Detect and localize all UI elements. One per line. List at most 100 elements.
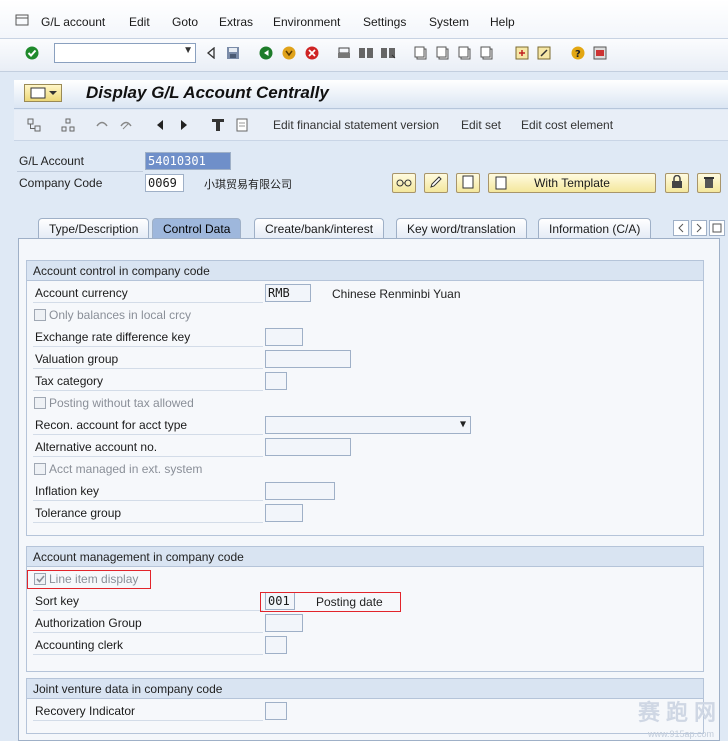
layout-menu-icon[interactable] xyxy=(592,45,608,61)
only-balances-checkbox[interactable] xyxy=(34,309,46,321)
menu-edit[interactable]: Edit xyxy=(129,15,150,29)
label-underline xyxy=(17,171,143,172)
authorization-group-field[interactable] xyxy=(265,614,303,632)
cancel-icon[interactable] xyxy=(304,45,320,61)
menu-bar: G/L account Edit Goto Extras Environment… xyxy=(0,0,728,39)
command-field[interactable]: ▼ xyxy=(54,43,196,63)
with-template-button[interactable]: With Template xyxy=(488,173,656,193)
link-icon[interactable] xyxy=(94,117,110,133)
accounting-clerk-field[interactable] xyxy=(265,636,287,654)
back-icon[interactable] xyxy=(258,45,274,61)
recovery-indicator-field[interactable] xyxy=(265,702,287,720)
with-template-label: With Template xyxy=(534,176,610,190)
tab-scroll-left-icon[interactable] xyxy=(673,220,689,236)
exchange-rate-key-field[interactable] xyxy=(265,328,303,346)
pencil-icon xyxy=(429,175,443,192)
tab-control-data[interactable]: Control Data xyxy=(152,218,242,238)
company-code-field[interactable]: 0069 xyxy=(145,174,184,192)
shortcut-icon[interactable] xyxy=(536,45,552,61)
tab-type-description[interactable]: Type/Description xyxy=(38,218,150,238)
lock-button[interactable] xyxy=(665,173,689,193)
valuation-group-label: Valuation group xyxy=(33,351,263,369)
menu-gl-account[interactable]: G/L account xyxy=(41,15,105,29)
previous-page-icon[interactable] xyxy=(436,45,452,61)
gl-account-label: G/L Account xyxy=(19,154,84,168)
tax-category-label: Tax category xyxy=(33,373,263,391)
authorization-group-label: Authorization Group xyxy=(33,615,263,633)
posting-without-tax-label: Posting without tax allowed xyxy=(49,396,194,410)
tab-create-bank-interest[interactable]: Create/bank/interest xyxy=(254,218,385,238)
posting-without-tax-checkbox[interactable] xyxy=(34,397,46,409)
group-title: Account control in company code xyxy=(27,261,703,281)
alternative-account-field[interactable] xyxy=(265,438,351,456)
exit-icon[interactable] xyxy=(281,45,297,61)
tab-key-word-translation[interactable]: Key word/translation xyxy=(396,218,527,238)
account-currency-field[interactable]: RMB xyxy=(265,284,311,302)
menu-help[interactable]: Help xyxy=(490,15,515,29)
display-glasses-button[interactable] xyxy=(392,173,416,193)
valuation-group-field[interactable] xyxy=(265,350,351,368)
acct-managed-ext-checkbox[interactable] xyxy=(34,463,46,475)
first-page-icon[interactable] xyxy=(414,45,430,61)
tab-list-icon[interactable] xyxy=(709,220,725,236)
hierarchy-icon[interactable] xyxy=(26,117,42,133)
menu-system[interactable]: System xyxy=(429,15,469,29)
previous-entry-icon[interactable] xyxy=(152,117,168,133)
next-page-icon[interactable] xyxy=(458,45,474,61)
enter-check-icon[interactable] xyxy=(24,45,40,61)
recovery-indicator-label: Recovery Indicator xyxy=(33,703,263,721)
edit-fs-version-button[interactable]: Edit financial statement version xyxy=(273,118,439,132)
find-icon[interactable] xyxy=(358,45,374,61)
inflation-key-label: Inflation key xyxy=(33,483,263,501)
window-menu-icon[interactable] xyxy=(14,12,30,28)
company-name: 小琪贸易有限公司 xyxy=(204,178,292,191)
recon-account-select[interactable]: ▼ xyxy=(265,416,471,434)
title-bar: Display G/L Account Centrally xyxy=(14,80,728,109)
find-next-icon[interactable] xyxy=(380,45,396,61)
sort-key-label: Sort key xyxy=(33,593,263,611)
tolerance-group-label: Tolerance group xyxy=(33,505,263,523)
tab-scroll-right-icon[interactable] xyxy=(691,220,707,236)
unlink-icon[interactable] xyxy=(118,117,134,133)
tax-category-field[interactable] xyxy=(265,372,287,390)
inflation-key-field[interactable] xyxy=(265,482,335,500)
tab-label: Control Data xyxy=(163,222,231,236)
save-icon[interactable] xyxy=(225,45,241,61)
document-icon[interactable] xyxy=(234,117,250,133)
currency-description: Chinese Renminbi Yuan xyxy=(332,287,461,301)
where-used-icon[interactable] xyxy=(210,117,226,133)
help-icon[interactable]: ? xyxy=(570,45,586,61)
chevron-down-icon[interactable]: ▼ xyxy=(183,45,193,56)
tab-information-ca[interactable]: Information (C/A) xyxy=(538,218,652,238)
menu-environment[interactable]: Environment xyxy=(273,15,340,29)
account-currency-label: Account currency xyxy=(33,285,263,303)
delete-button[interactable] xyxy=(697,173,721,193)
new-session-icon[interactable] xyxy=(514,45,530,61)
menu-goto[interactable]: Goto xyxy=(172,15,198,29)
page-title: Display G/L Account Centrally xyxy=(86,83,329,102)
chevron-down-icon[interactable]: ▼ xyxy=(460,417,466,433)
exchange-rate-key-label: Exchange rate difference key xyxy=(33,329,263,347)
create-document-button[interactable] xyxy=(456,173,480,193)
watermark-url: www.915ap.com xyxy=(647,729,714,739)
menu-settings[interactable]: Settings xyxy=(363,15,406,29)
menu-extras[interactable]: Extras xyxy=(219,15,253,29)
transaction-menu-icon[interactable] xyxy=(24,84,62,102)
application-toolbar: Edit financial statement version Edit se… xyxy=(14,110,728,141)
tab-label: Create/bank/interest xyxy=(265,222,374,236)
tab-label: Type/Description xyxy=(49,222,139,236)
back-triangle-icon[interactable] xyxy=(203,45,219,61)
tree-structure-icon[interactable] xyxy=(60,117,76,133)
watermark-logo: 赛跑网 xyxy=(637,700,722,725)
last-page-icon[interactable] xyxy=(480,45,496,61)
print-icon[interactable] xyxy=(336,45,352,61)
edit-set-button[interactable]: Edit set xyxy=(461,118,501,132)
edit-cost-element-button[interactable]: Edit cost element xyxy=(521,118,613,132)
gl-account-field[interactable]: 54010301 xyxy=(145,152,231,170)
company-code-label: Company Code xyxy=(19,176,103,190)
alternative-account-label: Alternative account no. xyxy=(33,439,263,457)
highlight-box xyxy=(27,570,151,589)
next-entry-icon[interactable] xyxy=(176,117,192,133)
tolerance-group-field[interactable] xyxy=(265,504,303,522)
edit-pencil-button[interactable] xyxy=(424,173,448,193)
